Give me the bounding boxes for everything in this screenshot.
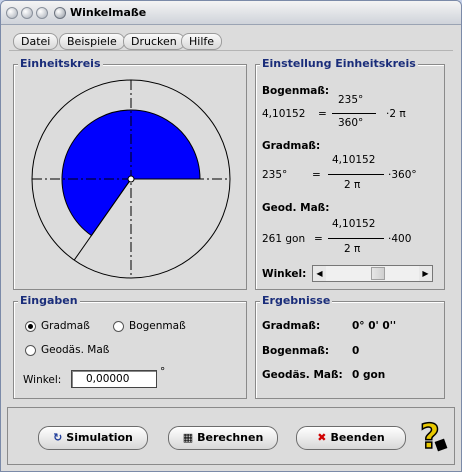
button-bar: ↻ Simulation ▦ Berechnen ✖ Beenden ? <box>7 407 455 465</box>
berechnen-button-label: Berechnen <box>197 431 264 444</box>
bogen-factor: ·2 π <box>386 108 406 120</box>
winkel-input[interactable] <box>71 370 157 388</box>
geod-numerator: 4,10152 <box>332 218 376 230</box>
calculator-icon: ▦ <box>182 431 194 444</box>
grad-denominator: 2 π <box>344 179 361 191</box>
winkel-input-label: Winkel: <box>23 374 62 386</box>
bogen-numerator: 235° <box>338 94 364 106</box>
grad-value: 235° <box>262 169 288 181</box>
unit-circle-canvas <box>31 79 231 279</box>
app-window: Winkelmaße Datei Beispiele Drucken Hilfe… <box>0 0 462 472</box>
settings-legend: Einstellung Einheitskreis <box>260 57 418 70</box>
radio-geodaes-label[interactable]: Geodäs. Maß <box>41 344 109 356</box>
radio-bogenmass-label[interactable]: Bogenmaß <box>129 320 186 332</box>
results-group: Ergebnisse Gradmaß: 0° 0' 0'' Bogenmaß: … <box>255 294 445 399</box>
refresh-icon: ↻ <box>53 431 63 444</box>
radio-gradmass[interactable] <box>25 321 36 332</box>
menu-bar: Datei Beispiele Drucken Hilfe <box>9 31 453 51</box>
help-icon[interactable]: ? <box>416 416 450 456</box>
grad-equals: = <box>312 169 321 181</box>
radio-bogenmass[interactable] <box>113 321 124 332</box>
geod-fraction-line <box>328 238 384 239</box>
geod-denominator: 2 π <box>344 243 361 255</box>
geod-label: Geod. Maß: <box>262 202 330 214</box>
radio-geodaes[interactable] <box>25 345 36 356</box>
menu-datei[interactable]: Datei <box>13 33 59 50</box>
menu-beispiele[interactable]: Beispiele <box>59 33 125 50</box>
center-point <box>127 175 135 183</box>
result-bogen-value: 0 <box>352 345 360 357</box>
result-grad-label: Gradmaß: <box>262 320 321 332</box>
winkel-scroll-label: Winkel: <box>262 268 307 280</box>
minimize-window-icon[interactable] <box>21 7 33 19</box>
result-geod-label: Geodäs. Maß: <box>262 369 343 381</box>
bogen-value: 4,10152 <box>262 108 306 120</box>
result-grad-value: 0° 0' 0'' <box>352 320 397 332</box>
bogenmass-label: Bogenmaß: <box>262 85 330 97</box>
radio-gradmass-label[interactable]: Gradmaß <box>41 320 90 332</box>
title-bar: Winkelmaße <box>1 1 461 25</box>
results-legend: Ergebnisse <box>260 294 333 307</box>
simulation-button[interactable]: ↻ Simulation <box>38 426 148 450</box>
gradmass-label: Gradmaß: <box>262 140 321 152</box>
inputs-legend: Eingaben <box>18 294 80 307</box>
simulation-button-label: Simulation <box>66 431 133 444</box>
close-icon: ✖ <box>317 431 327 444</box>
maximize-window-icon[interactable] <box>36 7 48 19</box>
grad-fraction-line <box>328 174 384 175</box>
menu-hilfe[interactable]: Hilfe <box>181 33 223 50</box>
menu-drucken[interactable]: Drucken <box>123 33 185 50</box>
inputs-group: Eingaben Gradmaß Bogenmaß Geodäs. Maß Wi… <box>13 294 247 399</box>
result-bogen-label: Bogenmaß: <box>262 345 330 357</box>
svg-text:?: ? <box>420 417 440 456</box>
close-window-icon[interactable] <box>6 7 18 19</box>
bogen-denominator: 360° <box>338 117 364 129</box>
grad-factor: ·360° <box>388 169 417 181</box>
scroll-left-icon[interactable]: ◀ <box>313 266 326 281</box>
bogen-equals: = <box>318 108 327 120</box>
grad-numerator: 4,10152 <box>332 154 376 166</box>
app-icon <box>54 7 66 19</box>
berechnen-button[interactable]: ▦ Berechnen <box>168 426 278 450</box>
unit-circle-group: Einheitskreis <box>13 57 247 290</box>
scroll-thumb[interactable] <box>371 267 386 280</box>
settings-group: Einstellung Einheitskreis Bogenmaß: 235°… <box>255 57 445 290</box>
geod-equals: = <box>314 233 323 245</box>
scroll-right-icon[interactable]: ▶ <box>419 266 432 281</box>
winkel-unit: ° <box>160 366 166 378</box>
geod-value: 261 gon <box>262 233 306 245</box>
window-title: Winkelmaße <box>70 6 147 19</box>
result-geod-value: 0 gon <box>352 369 386 381</box>
beenden-button-label: Beenden <box>330 431 385 444</box>
beenden-button[interactable]: ✖ Beenden <box>296 426 406 450</box>
geod-factor: ·400 <box>388 233 412 245</box>
angle-scrollbar[interactable]: ◀ ▶ <box>312 265 433 282</box>
bogen-fraction-line <box>332 113 376 114</box>
